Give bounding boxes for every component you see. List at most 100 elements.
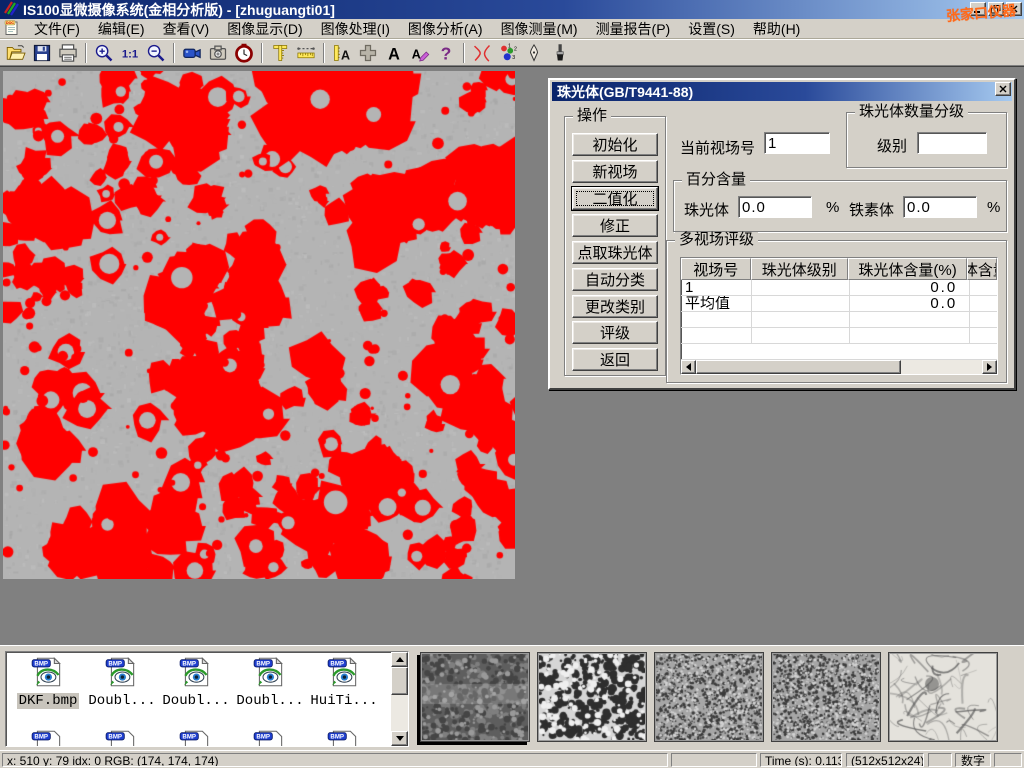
- move-button[interactable]: [355, 41, 381, 65]
- file-name[interactable]: Doubl...: [234, 693, 305, 709]
- zoom-out-button[interactable]: [143, 41, 169, 65]
- capture-button[interactable]: [205, 41, 231, 65]
- column-divider: [969, 280, 970, 344]
- close-button[interactable]: [1006, 2, 1022, 16]
- pick-pearlite-button[interactable]: 点取珠光体: [572, 241, 658, 264]
- file-item[interactable]: BMP Doubl...: [160, 655, 232, 709]
- svg-text:BMP: BMP: [256, 733, 270, 740]
- brush-button[interactable]: [547, 41, 573, 65]
- video-camera-button[interactable]: [179, 41, 205, 65]
- table-hscroll-left-button[interactable]: [681, 360, 696, 374]
- pen-button[interactable]: [521, 41, 547, 65]
- change-class-button[interactable]: 更改类别: [572, 295, 658, 318]
- restore-button[interactable]: [988, 2, 1004, 16]
- file-list-panel[interactable]: BMP DKF.bmp BMP Doubl... BMP Doubl... BM…: [5, 651, 409, 747]
- minimize-button[interactable]: [970, 2, 986, 16]
- file-item[interactable]: BMP Doubl...: [86, 655, 158, 709]
- new-field-button[interactable]: 新视场: [572, 160, 658, 183]
- status-bar: x: 510 y: 79 idx: 0 RGB: (174, 174, 174)…: [0, 750, 1024, 768]
- menu-image-measure[interactable]: 图像测量(M): [492, 17, 587, 41]
- menu-view[interactable]: 查看(V): [154, 17, 219, 41]
- correct-button[interactable]: 修正: [572, 214, 658, 237]
- thumbnail-4[interactable]: [771, 652, 881, 742]
- table-hscroll-right-button[interactable]: [982, 360, 997, 374]
- ferrite-percent-input[interactable]: [903, 196, 977, 218]
- svg-text:3: 3: [512, 54, 515, 60]
- binarize-button[interactable]: 二值化: [572, 187, 658, 210]
- menu-settings[interactable]: 设置(S): [679, 17, 744, 41]
- menu-file[interactable]: 文件(F): [25, 17, 89, 41]
- file-name[interactable]: Doubl...: [160, 693, 231, 709]
- zoom-in-button[interactable]: [91, 41, 117, 65]
- file-browser-strip: BMP DKF.bmp BMP Doubl... BMP Doubl... BM…: [0, 645, 1024, 750]
- grade-input[interactable]: [917, 132, 987, 154]
- table-header-row: 视场号 珠光体级别 珠光体含量(%) 铁素体含量(%): [681, 258, 997, 280]
- help-button[interactable]: ?: [433, 41, 459, 65]
- dialog-close-button[interactable]: [995, 82, 1011, 96]
- thumbnail-5[interactable]: [888, 652, 998, 742]
- annotate-button[interactable]: A: [407, 41, 433, 65]
- caliper-button[interactable]: [267, 41, 293, 65]
- file-name[interactable]: Doubl...: [86, 693, 157, 709]
- metallographic-image-canvas[interactable]: [3, 71, 515, 579]
- menu-image-processing[interactable]: 图像处理(I): [312, 17, 399, 41]
- bmp-file-icon: BMP: [326, 728, 362, 747]
- menu-image-analysis[interactable]: 图像分析(A): [399, 17, 492, 41]
- table-hscroll-thumb[interactable]: [696, 360, 901, 374]
- file-item[interactable]: BMP HuiTi...: [308, 655, 380, 709]
- bmp-file-icon: BMP: [30, 655, 66, 689]
- menu-measure-report[interactable]: 测量报告(P): [587, 17, 680, 41]
- return-button[interactable]: 返回: [572, 348, 658, 371]
- file-list-scroll-thumb[interactable]: [391, 667, 408, 695]
- file-list-vscroll-track[interactable]: [391, 652, 408, 746]
- file-name[interactable]: DKF.bmp: [17, 693, 80, 709]
- thumbnail-1[interactable]: [420, 652, 530, 742]
- file-name[interactable]: HuiTi...: [308, 693, 379, 709]
- text-button[interactable]: A: [381, 41, 407, 65]
- bmp-file-icon: BMP: [178, 728, 214, 747]
- file-item-partial[interactable]: BMP: [308, 728, 380, 747]
- ferrite-percent-sign: %: [987, 199, 1000, 216]
- dialog-title: 珠光体(GB/T9441-88): [557, 82, 693, 102]
- file-list-scroll-down-button[interactable]: [391, 731, 408, 746]
- print-button[interactable]: [55, 41, 81, 65]
- cell-pearlite-content: 0.0: [848, 296, 967, 311]
- open-button[interactable]: [3, 41, 29, 65]
- measure-text-button[interactable]: A: [329, 41, 355, 65]
- file-item-partial[interactable]: BMP: [86, 728, 158, 747]
- current-field-label: 当前视场号: [680, 137, 755, 158]
- file-item-partial[interactable]: BMP: [234, 728, 306, 747]
- table-row[interactable]: 平均值 0.0: [681, 296, 997, 312]
- table-row[interactable]: 1 0.0: [681, 280, 997, 296]
- initialize-button[interactable]: 初始化: [572, 133, 658, 156]
- file-list-scroll-up-button[interactable]: [391, 652, 408, 667]
- application-window: IS100显微摄像系统(金相分析版) - [zhuguangti01] 张家口仪…: [0, 0, 1024, 768]
- current-field-input[interactable]: [764, 132, 830, 154]
- phase-marks-button[interactable]: 123: [495, 41, 521, 65]
- thumbnail-3[interactable]: [654, 652, 764, 742]
- file-item[interactable]: BMP Doubl...: [234, 655, 306, 709]
- thumbnail-2[interactable]: [537, 652, 647, 742]
- menu-image-display[interactable]: 图像显示(D): [218, 17, 311, 41]
- auto-classify-button[interactable]: 自动分类: [572, 268, 658, 291]
- save-button[interactable]: [29, 41, 55, 65]
- ruler-button[interactable]: [293, 41, 319, 65]
- svg-text:DOC: DOC: [6, 21, 14, 25]
- pearlite-dialog: 珠光体(GB/T9441-88) 操作 初始化 新视场 二值化 修正 点取珠光体…: [548, 78, 1016, 390]
- grade-button[interactable]: 评级: [572, 321, 658, 344]
- timer-button[interactable]: [231, 41, 257, 65]
- actual-size-button[interactable]: 1:1: [117, 41, 143, 65]
- percent-group: 百分含量 珠光体 % 铁素体 %: [673, 180, 1007, 232]
- file-item[interactable]: BMP DKF.bmp: [12, 655, 84, 709]
- dialog-title-bar[interactable]: 珠光体(GB/T9441-88): [552, 82, 1012, 101]
- pearlite-percent-input[interactable]: [738, 196, 812, 218]
- curve-button[interactable]: [469, 41, 495, 65]
- grade-label: 级别: [877, 135, 907, 156]
- file-item-partial[interactable]: BMP: [160, 728, 232, 747]
- svg-text:2: 2: [514, 46, 517, 52]
- menu-help[interactable]: 帮助(H): [744, 17, 809, 41]
- multi-field-table[interactable]: 视场号 珠光体级别 珠光体含量(%) 铁素体含量(%) 1 0.0 平均值 0.…: [680, 257, 998, 375]
- header-ferrite-content: 铁素体含量(%): [967, 258, 997, 280]
- file-item-partial[interactable]: BMP: [12, 728, 84, 747]
- menu-edit[interactable]: 编辑(E): [89, 17, 154, 41]
